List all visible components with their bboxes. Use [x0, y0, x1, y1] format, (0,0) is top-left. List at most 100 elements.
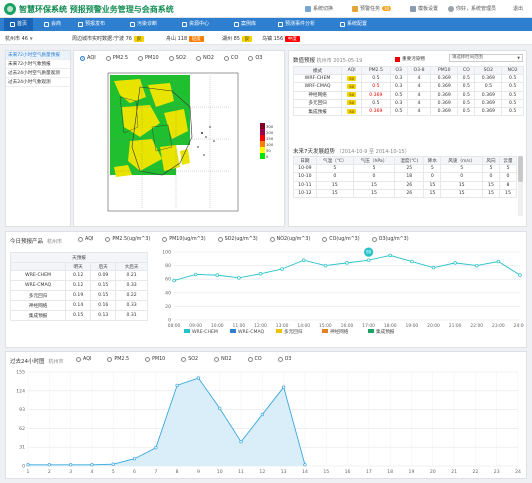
- nav-item-system-config[interactable]: 系统配置: [334, 18, 373, 31]
- radio-no2[interactable]: NO2(ug/m^3): [269, 237, 310, 242]
- time-range-select[interactable]: 请选择时间范围 ▼: [449, 54, 523, 62]
- radio-label: CO: [230, 55, 239, 61]
- data-point[interactable]: [154, 446, 158, 450]
- past-title: 过去24小时图: [10, 359, 45, 365]
- radio-pm25[interactable]: PM2.5(ug/m^3): [105, 237, 150, 242]
- radio-pm10[interactable]: PM10(ug/m^3): [162, 237, 206, 242]
- nav-item-event-analysis[interactable]: 预测事件分析: [272, 18, 321, 31]
- surround-city-ningbo[interactable]: 宁波 76 良: [114, 35, 145, 42]
- radio-dot: [107, 357, 113, 362]
- data-point[interactable]: [218, 406, 222, 411]
- value-cell: 0: [498, 172, 518, 182]
- today-forecast-panel: 今日预报产品 杭州市 AQI PM2.5(ug/m^3) PM10(ug/m^3…: [5, 231, 527, 348]
- logout-link[interactable]: 退出: [513, 5, 523, 12]
- nav-item-pollution-diagnosis[interactable]: 污染诊断: [124, 18, 163, 31]
- radio-so2[interactable]: SO2(ug/m^3): [217, 237, 258, 242]
- data-point[interactable]: [302, 258, 306, 262]
- data-point[interactable]: [282, 385, 286, 389]
- data-point[interactable]: [193, 272, 198, 277]
- surround-city-zhoushan[interactable]: 舟山 118 轻度: [166, 35, 204, 42]
- city-selector[interactable]: 杭州市 46 ▼: [5, 35, 33, 42]
- radio-aqi[interactable]: AQI: [80, 55, 96, 61]
- data-point[interactable]: [258, 272, 263, 276]
- data-point[interactable]: [111, 462, 115, 466]
- data-point[interactable]: [496, 259, 501, 264]
- nav-item-resource-center[interactable]: 资源中心: [176, 18, 215, 31]
- x-tick-label: 14:00: [297, 323, 310, 329]
- data-point[interactable]: [475, 263, 479, 268]
- menu-item-met-forecast-72h[interactable]: 未来72小时气象预报: [6, 60, 70, 69]
- data-point[interactable]: [366, 258, 371, 262]
- x-tick-label: 17:00: [362, 323, 375, 329]
- data-point[interactable]: [68, 463, 73, 467]
- data-point[interactable]: [172, 278, 176, 283]
- data-point[interactable]: [26, 463, 30, 467]
- system-switch-button[interactable]: 系统切换: [305, 5, 333, 12]
- surround-city-huzhou[interactable]: 湖州 85 良: [222, 35, 253, 42]
- nav-item-consult[interactable]: 会商: [38, 18, 67, 31]
- data-point[interactable]: [323, 263, 328, 268]
- data-point[interactable]: [47, 463, 51, 467]
- data-point[interactable]: [132, 457, 137, 461]
- table-title-row: 天预报: [10, 252, 148, 263]
- surround-city-wuzhen[interactable]: 乌镇 156 中度: [262, 35, 300, 42]
- x-tick-label: 11: [238, 469, 244, 475]
- table-row: 10-11 15 15 26 15 15 15 8: [293, 180, 518, 190]
- radio-no2[interactable]: NO2: [196, 55, 214, 61]
- data-point[interactable]: [215, 273, 219, 277]
- data-point[interactable]: [280, 267, 284, 271]
- value-cell: 0.33: [115, 280, 148, 292]
- data-point[interactable]: [90, 463, 94, 467]
- data-point[interactable]: [196, 376, 201, 380]
- radio-aqi[interactable]: AQI: [76, 357, 91, 362]
- value-cell: 0.12: [65, 270, 92, 282]
- diagnosis-icon: [130, 22, 135, 27]
- weather-scrollbar[interactable]: [518, 156, 523, 216]
- radio-so2[interactable]: SO2: [181, 357, 198, 362]
- user-menu[interactable]: 你好，系统管理员: [448, 5, 496, 12]
- radio-co[interactable]: CO: [223, 55, 239, 61]
- radio-pm10[interactable]: PM10: [145, 357, 165, 362]
- menu-item-aq-forecast-72h[interactable]: 未来72小时空气质量预报: [6, 51, 70, 60]
- table-header-row: 日期 气温（℃） 气压（hPa） 湿度(℃) 降水 风速（m/s） 风向 云量: [293, 155, 518, 166]
- radio-pm10[interactable]: PM10: [138, 55, 159, 61]
- data-point[interactable]: [345, 261, 349, 265]
- value-cell: 0.19: [65, 290, 92, 302]
- nav-item-home[interactable]: 首页: [4, 18, 34, 31]
- radio-o3[interactable]: O3: [248, 55, 262, 61]
- menu-item-aq-observe-24h[interactable]: 过去24小时空气质量观测: [6, 69, 70, 78]
- legend-label[interactable]: 神经网络: [330, 328, 349, 335]
- data-point[interactable]: [431, 265, 436, 270]
- menu-item-met-observe-24h[interactable]: 过去24小时气象观测: [6, 78, 70, 87]
- forecast-date: 2015-05-19: [333, 58, 363, 64]
- data-point[interactable]: [303, 463, 307, 467]
- data-point[interactable]: [453, 261, 457, 265]
- alert-tasks-button[interactable]: 预警任务 10: [352, 5, 392, 12]
- radio-o3[interactable]: O3(ug/m^3): [371, 237, 409, 242]
- scrollbar-thumb[interactable]: [518, 156, 523, 182]
- legend-label[interactable]: WRE-CHEM: [192, 329, 218, 335]
- legend-label[interactable]: 集成预报: [376, 328, 395, 335]
- template-settings-button[interactable]: 模板设置: [410, 5, 438, 12]
- radio-no2[interactable]: NO2: [214, 357, 232, 362]
- radio-co[interactable]: CO(ug/m^3): [322, 237, 360, 242]
- radio-pm25[interactable]: PM2.5: [105, 55, 128, 61]
- nav-item-forecast-publish[interactable]: 预报发布: [72, 18, 111, 31]
- data-point[interactable]: [237, 276, 241, 280]
- radio-aqi[interactable]: AQI: [78, 237, 93, 242]
- data-point[interactable]: [175, 383, 179, 387]
- legend-label[interactable]: 多元回归: [284, 328, 303, 335]
- data-point[interactable]: [239, 440, 243, 444]
- data-point[interactable]: [410, 259, 414, 264]
- data-point[interactable]: [388, 253, 393, 258]
- legend-label[interactable]: WRE-CMAQ: [238, 329, 265, 335]
- aqi-forecast-map[interactable]: [80, 67, 278, 223]
- nav-item-case-library[interactable]: 案例库: [228, 18, 262, 31]
- radio-o3[interactable]: O3: [277, 357, 291, 362]
- data-point[interactable]: [518, 273, 522, 277]
- radio-pm25[interactable]: PM2.5: [107, 357, 129, 362]
- radio-so2[interactable]: SO2: [168, 55, 186, 61]
- data-point[interactable]: [260, 412, 264, 417]
- radio-co[interactable]: CO: [247, 357, 262, 362]
- value-cell: 4: [406, 82, 432, 92]
